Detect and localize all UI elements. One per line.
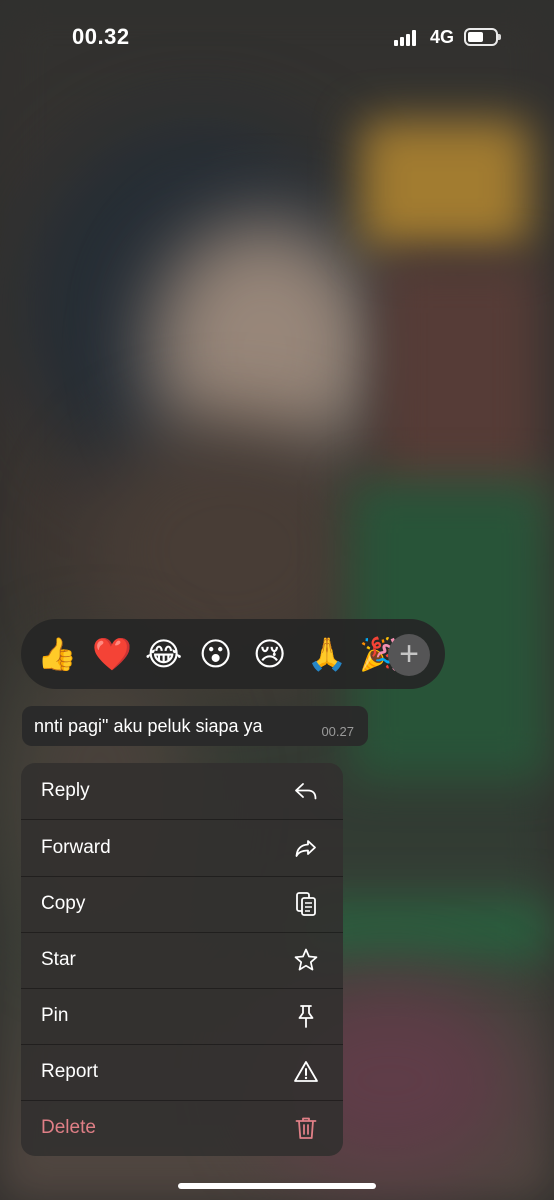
menu-item-report[interactable]: Report bbox=[21, 1044, 343, 1100]
more-reactions-button[interactable]: + bbox=[388, 634, 430, 676]
menu-item-label: Pin bbox=[41, 1005, 69, 1026]
menu-item-label: Report bbox=[41, 1061, 99, 1082]
network-type: 4G bbox=[430, 27, 455, 47]
red-heart-icon[interactable]: ❤️ bbox=[92, 636, 132, 672]
pin-icon bbox=[298, 1005, 314, 1028]
folded-hands-icon[interactable]: 🙏 bbox=[307, 636, 347, 672]
forward-icon bbox=[295, 840, 316, 857]
thumbs-up-icon[interactable]: 👍 bbox=[37, 636, 77, 672]
menu-item-pin[interactable]: Pin bbox=[21, 988, 343, 1044]
trash-icon bbox=[295, 1117, 317, 1139]
message-context-menu: Reply Forward Copy Star Pin Report Delet… bbox=[21, 763, 343, 1156]
surprised-face-icon[interactable]: 😮 bbox=[199, 636, 232, 672]
tears-of-joy-icon[interactable]: 😂 bbox=[145, 636, 182, 672]
warning-icon bbox=[294, 1061, 318, 1082]
menu-item-label: Copy bbox=[41, 893, 86, 914]
reaction-bar: 👍 ❤️ 😂 😮 😢 🙏 🎉 bbox=[21, 619, 445, 689]
crying-face-icon[interactable]: 😢 bbox=[253, 636, 286, 672]
status-bar: 00.32 4G bbox=[0, 0, 554, 80]
menu-item-label: Forward bbox=[41, 837, 111, 858]
message-timestamp: 00.27 bbox=[321, 724, 354, 739]
status-time: 00.32 bbox=[72, 24, 130, 49]
battery-icon bbox=[464, 28, 501, 46]
menu-item-label: Delete bbox=[41, 1117, 96, 1138]
menu-item-star[interactable]: Star bbox=[21, 932, 343, 988]
menu-item-forward[interactable]: Forward bbox=[21, 820, 343, 876]
signal-bars-icon bbox=[394, 30, 420, 46]
menu-item-delete[interactable]: Delete bbox=[21, 1100, 343, 1156]
menu-item-label: Star bbox=[41, 949, 76, 970]
copy-icon bbox=[296, 892, 316, 916]
menu-item-reply[interactable]: Reply bbox=[21, 763, 343, 819]
plus-icon: + bbox=[399, 634, 419, 673]
home-indicator[interactable] bbox=[178, 1183, 376, 1189]
menu-item-copy[interactable]: Copy bbox=[21, 876, 343, 932]
menu-item-label: Reply bbox=[41, 780, 90, 801]
message-text: nnti pagi" aku peluk siapa ya bbox=[34, 716, 263, 736]
message-bubble[interactable]: nnti pagi" aku peluk siapa ya 00.27 bbox=[22, 706, 368, 746]
star-icon bbox=[294, 948, 318, 971]
reply-icon bbox=[295, 783, 317, 800]
